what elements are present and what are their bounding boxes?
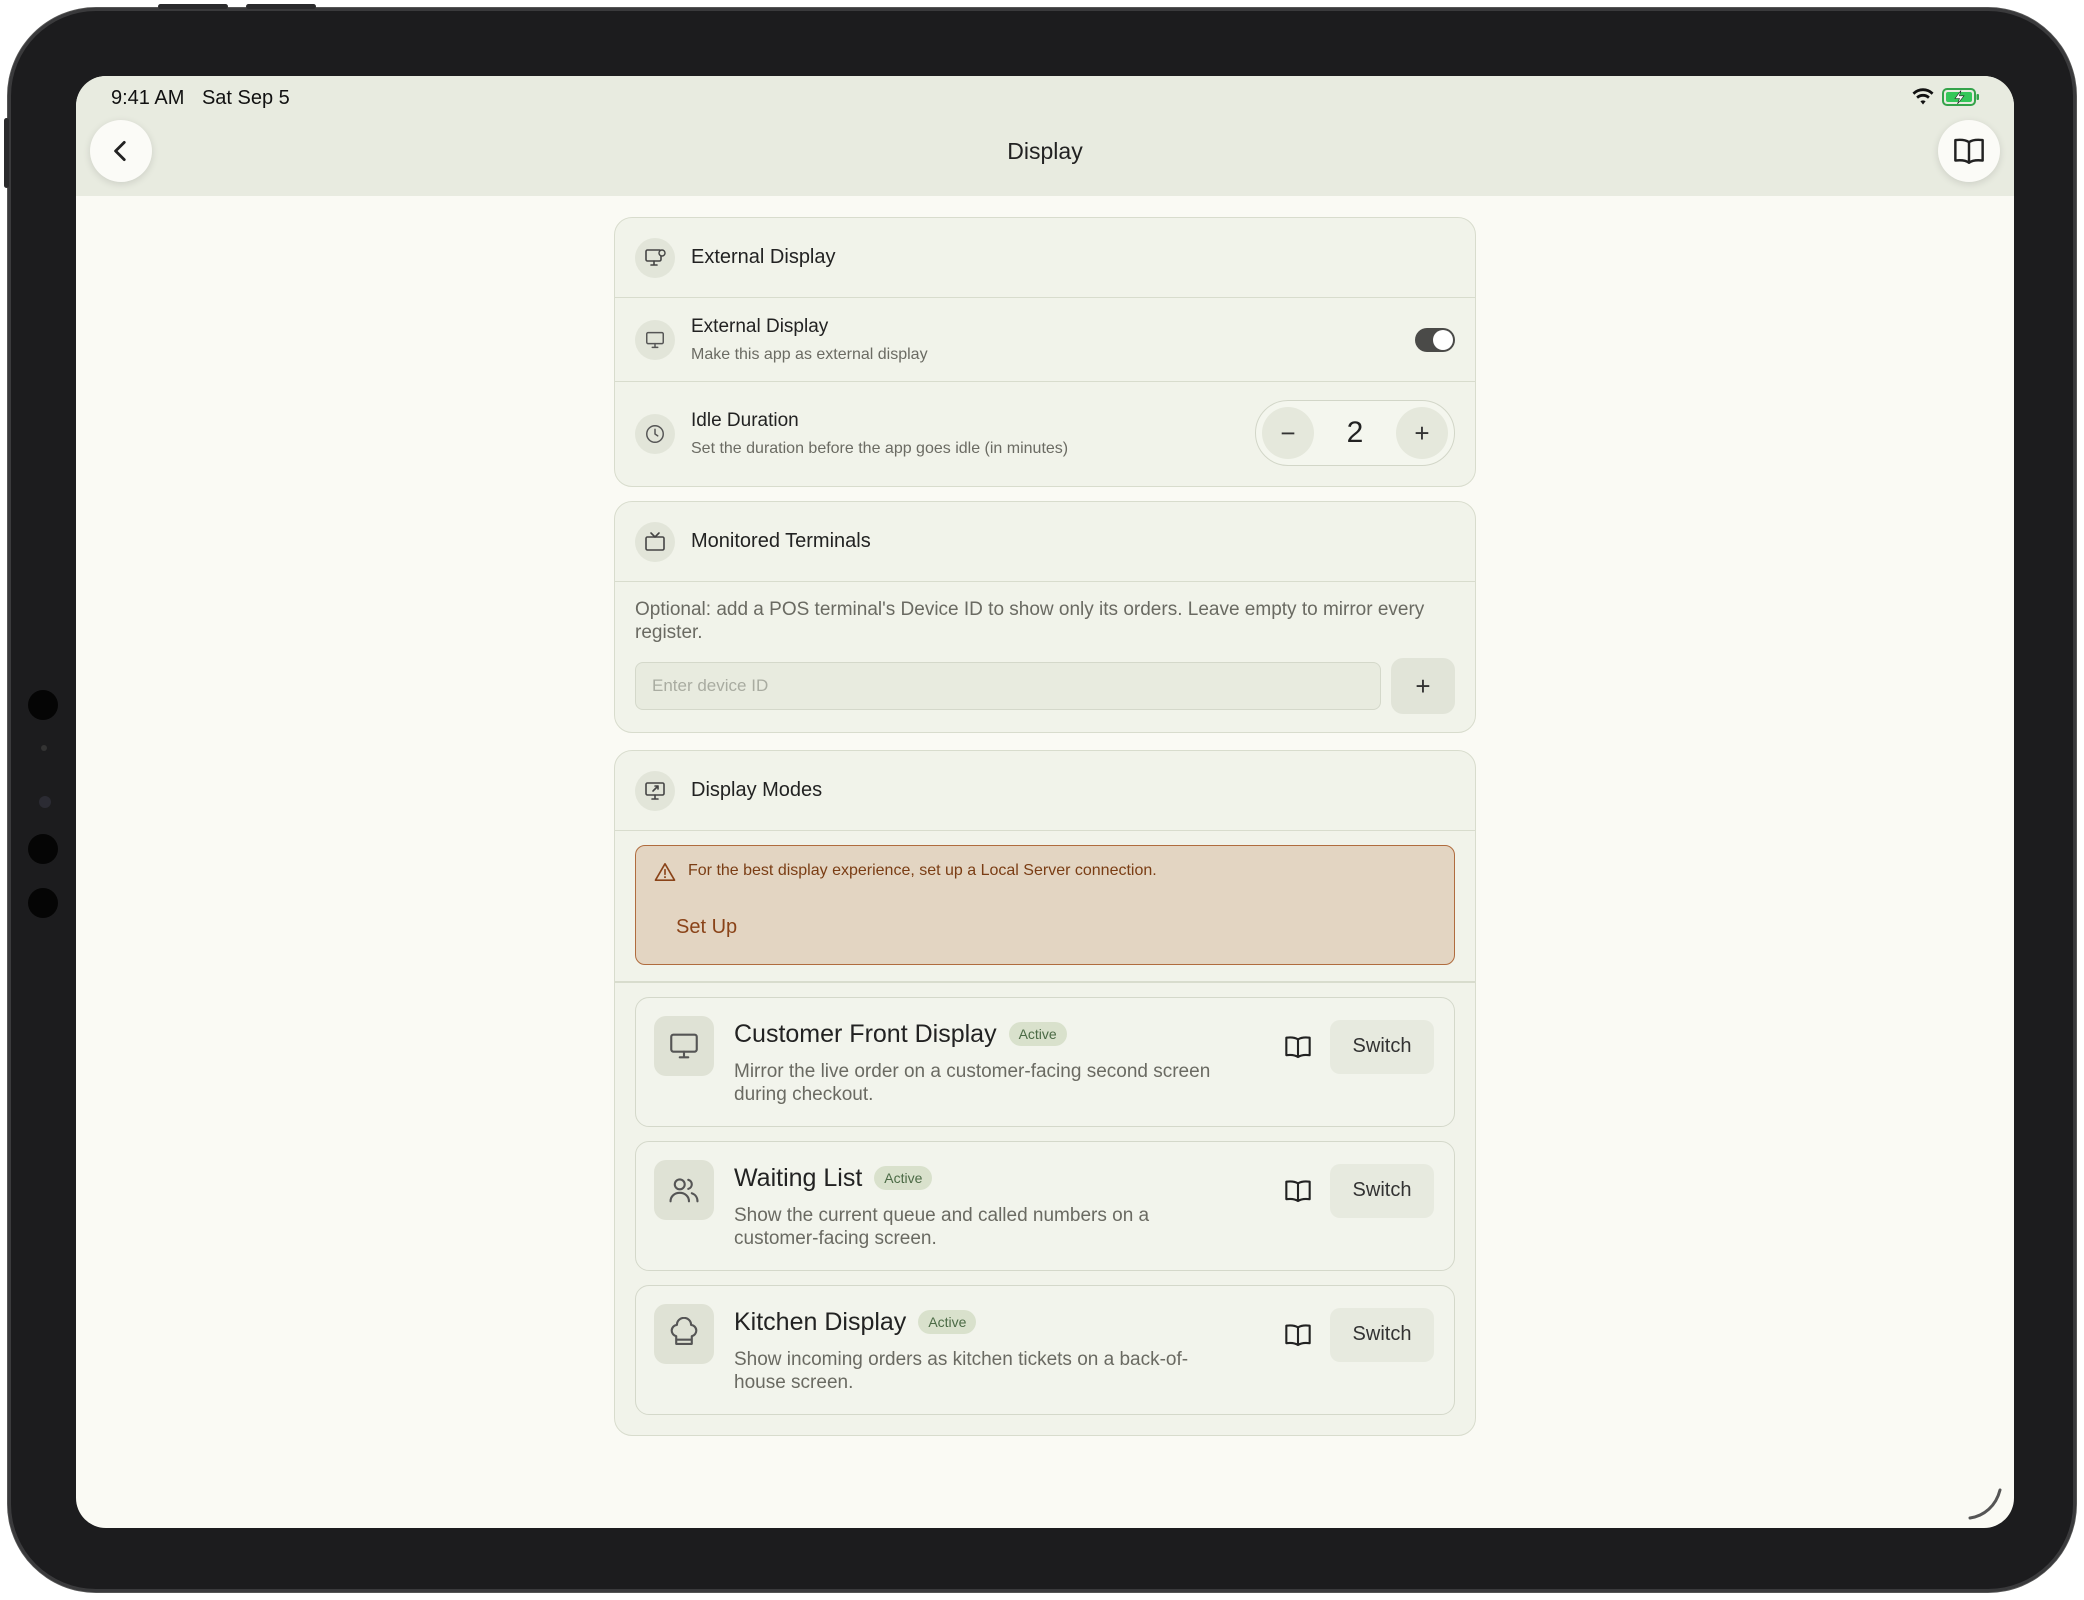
warning-message: For the best display experience, set up … [688,862,1157,879]
help-guide-button[interactable] [1938,120,2000,182]
monitored-terminals-title: Monitored Terminals [691,530,871,552]
users-icon [669,1177,699,1202]
monitored-terminals-header: Monitored Terminals [615,502,1475,582]
mode-card-kitchen-display: Kitchen Display Active Show incoming ord… [635,1284,1455,1415]
external-display-card: External Display External Display Make t… [614,217,1476,487]
status-date: Sat Sep 5 [201,87,290,109]
switch-button[interactable]: Switch [1330,1019,1434,1074]
chef-hat-icon [670,1316,698,1345]
active-badge: Active [874,1166,933,1190]
mode-icon-wrap [654,1159,714,1220]
clock-icon [646,425,664,443]
idle-duration-value: 2 [1346,416,1364,449]
monitored-terminals-card: Monitored Terminals Optional: add a POS … [614,501,1476,733]
external-display-header: External Display [615,218,1475,298]
mode-title-row: Kitchen Display Active [734,1307,977,1337]
monitor-settings-icon [645,248,666,266]
device-id-input[interactable] [635,662,1381,710]
sensor-dot [28,690,58,720]
warning-triangle-icon [654,863,676,881]
app-screen: 9:41 AM Sat Sep 5 Display External Displ… [76,76,2014,1528]
monitor-icon [670,1033,698,1058]
idle-duration-stepper: − 2 + [1255,400,1455,466]
idle-duration-row: Idle Duration Set the duration before th… [615,382,1475,486]
mode-icon-wrap [654,1015,714,1076]
external-display-text: External Display Make this app as extern… [691,316,928,364]
volume-button [4,118,9,188]
idle-duration-text: Idle Duration Set the duration before th… [691,410,1068,458]
local-server-warning: For the best display experience, set up … [635,845,1455,965]
tv-icon [645,531,665,551]
top-button-1 [158,4,228,9]
screen-share-icon [645,781,665,800]
camera-lens [39,796,51,808]
external-display-section-title: External Display [691,246,836,268]
display-modes-card: Display Modes For the best display exper… [614,750,1476,1436]
status-time: 9:41 AM [111,87,185,109]
mode-description: Show incoming orders as kitchen tickets … [734,1348,1189,1393]
external-display-toggle-row: External Display Make this app as extern… [615,298,1475,382]
active-badge: Active [918,1310,977,1334]
external-display-subtitle: Make this app as external display [691,345,928,363]
idle-duration-subtitle: Set the duration before the app goes idl… [691,440,1069,457]
device-id-field-row: + [615,644,1475,732]
book-open-icon[interactable] [1284,1178,1312,1204]
active-badge: Active [1008,1022,1067,1046]
display-modes-icon-wrap [635,770,675,811]
monitored-terminals-icon-wrap [635,521,675,562]
external-display-row-icon-wrap [635,319,675,360]
book-open-icon [1954,138,1984,164]
external-display-toggle[interactable] [1415,328,1455,352]
status-bar-time: 9:41 AM Sat Sep 5 [111,87,302,110]
increment-button[interactable]: + [1396,407,1448,459]
idle-duration-title: Idle Duration [691,410,799,431]
switch-button[interactable]: Switch [1330,1163,1434,1218]
sensor-dot [41,745,47,751]
monitored-terminals-note: Optional: add a POS terminal's Device ID… [635,599,1425,643]
top-bar: 9:41 AM Sat Sep 5 Display [76,76,2014,196]
external-display-section-icon-wrap [635,237,675,278]
divider [615,981,1475,983]
battery-charging-icon [1942,88,1979,106]
switch-button[interactable]: Switch [1330,1307,1434,1362]
mode-description: Mirror the live order on a customer-faci… [734,1060,1211,1105]
display-modes-title: Display Modes [691,779,823,801]
back-button[interactable] [90,120,152,182]
sensor-dot [28,888,58,918]
mode-title: Waiting List [734,1163,863,1192]
set-up-link[interactable]: Set Up [676,916,737,939]
status-bar-icons [1912,88,1980,106]
add-device-button[interactable]: + [1391,658,1455,714]
decrement-button[interactable]: − [1262,407,1314,459]
idle-duration-icon-wrap [635,414,675,454]
chevron-left-icon [114,140,126,162]
book-open-icon[interactable] [1284,1034,1312,1060]
external-display-title: External Display [691,315,829,337]
wifi-icon [1912,88,1934,105]
display-modes-header: Display Modes [615,751,1475,831]
mode-description: Show the current queue and called number… [734,1204,1150,1249]
mode-card-waiting-list: Waiting List Active Show the current que… [635,1140,1455,1271]
mode-title: Kitchen Display [734,1307,907,1336]
mode-title-row: Waiting List Active [734,1163,933,1193]
mode-icon-wrap [654,1303,714,1364]
resize-corner-indicator [1968,1488,2002,1520]
mode-card-customer-front-display: Customer Front Display Active Mirror the… [635,996,1455,1127]
page-title: Display [1007,138,1083,164]
mode-title: Customer Front Display [734,1019,997,1048]
mode-title-row: Customer Front Display Active [734,1020,1067,1049]
sensor-dot [28,834,58,864]
monitor-icon [646,331,664,348]
book-open-icon[interactable] [1284,1322,1312,1348]
top-button-2 [246,4,316,9]
